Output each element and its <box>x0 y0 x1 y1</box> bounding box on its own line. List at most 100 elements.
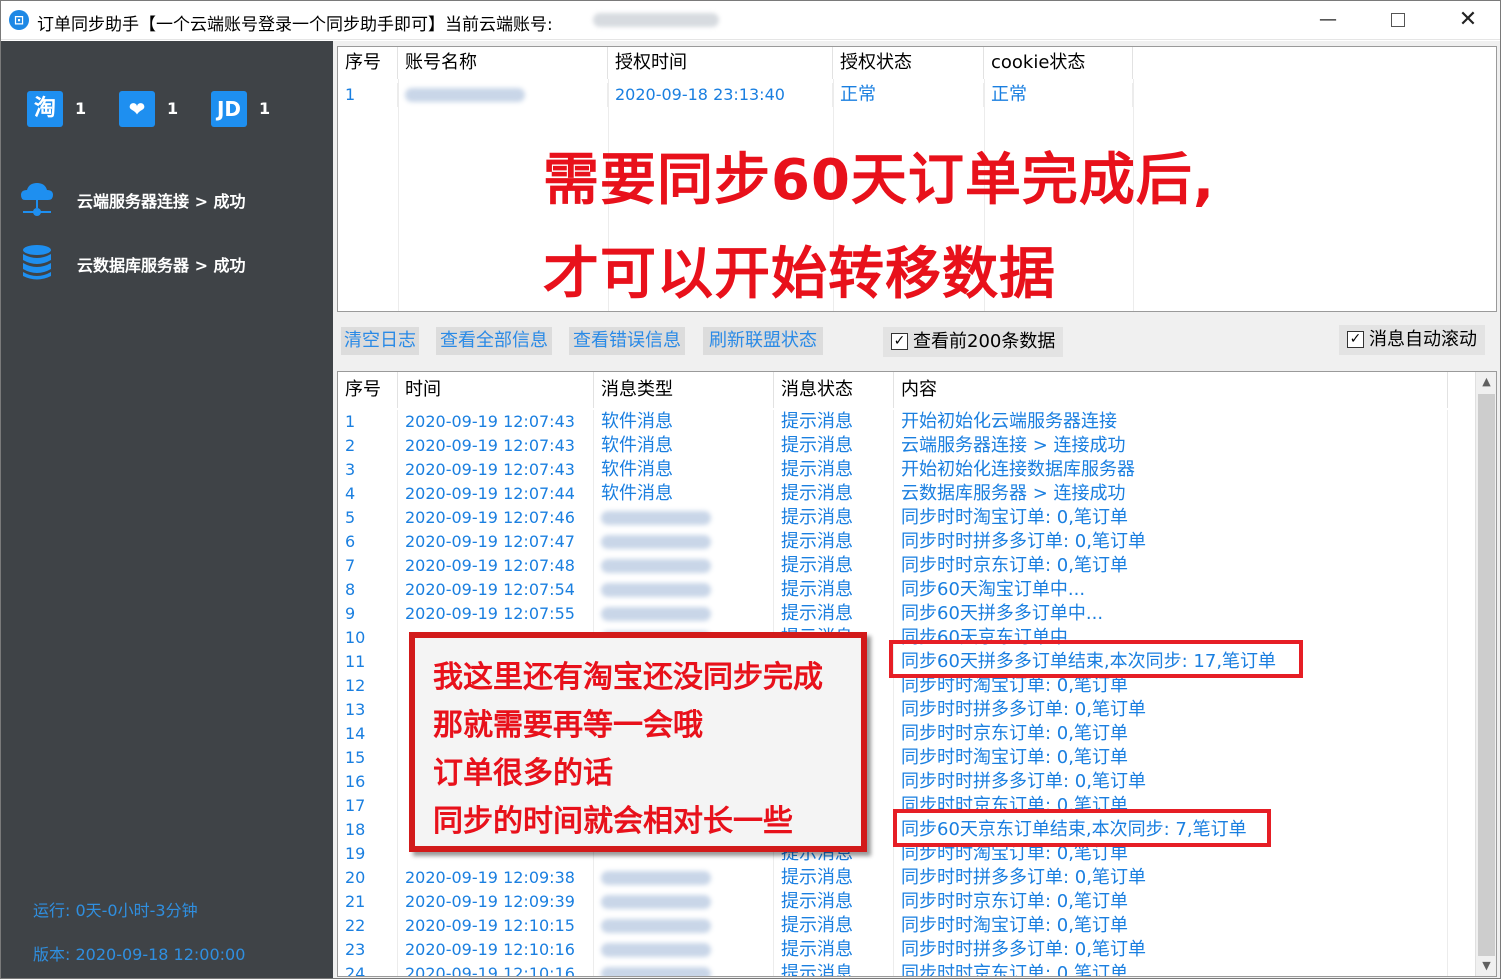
cell-log-content: 同步时时淘宝订单: 0,笔订单 <box>894 506 1448 530</box>
accounts-grid[interactable]: 序号 账号名称 授权时间 授权状态 cookie状态 1 2020-09-18 … <box>337 46 1497 312</box>
cell-log-index: 12 <box>338 674 398 698</box>
table-row[interactable]: 22 2020-09-19 12:10:15 提示消息 同步时时淘宝订单: 0,笔订单 <box>338 914 1448 938</box>
cell-log-content: 同步时时拼多多订单: 0,笔订单 <box>894 698 1448 722</box>
cell-log-index: 9 <box>338 602 398 626</box>
cell-log-index: 22 <box>338 914 398 938</box>
cell-log-type <box>594 890 774 914</box>
annotation-line-1: 需要同步60天订单完成后, <box>543 148 1216 213</box>
maximize-button[interactable] <box>1363 1 1433 39</box>
auto-scroll-label: 消息自动滚动 <box>1369 329 1477 350</box>
jd-icon: JD <box>211 91 247 127</box>
col-auth-time[interactable]: 授权时间 <box>608 47 833 79</box>
cell-log-content: 开始初始化连接数据库服务器 <box>894 458 1448 482</box>
runtime-text: 运行: 0天-0小时-3分钟 <box>33 901 198 920</box>
pinduoduo-icon: ❤ <box>119 91 155 127</box>
cell-log-index: 23 <box>338 938 398 962</box>
col-cookie-status[interactable]: cookie状态 <box>984 47 1133 79</box>
jd-count: 1 <box>259 99 271 118</box>
title-bar: ⊡ 订单同步助手【一个云端账号登录一个同步助手即可】当前云端账号: — ✕ <box>1 1 1500 40</box>
cell-log-status: 提示消息 <box>774 962 894 976</box>
table-row[interactable]: 8 2020-09-19 12:07:54 提示消息 同步60天淘宝订单中... <box>338 578 1448 602</box>
cell-log-time: 2020-09-19 12:07:44 <box>398 482 594 506</box>
cell-log-type <box>594 962 774 976</box>
cell-log-type <box>594 530 774 554</box>
table-row[interactable]: 1 2020-09-19 12:07:43 软件消息 提示消息 开始初始化云端服务器连接 <box>338 410 1448 434</box>
cell-log-content: 同步时时拼多多订单: 0,笔订单 <box>894 866 1448 890</box>
cell-log-content: 同步60天拼多多订单中... <box>894 602 1448 626</box>
cell-log-type <box>594 602 774 626</box>
cell-log-status: 提示消息 <box>774 554 894 578</box>
log-scrollbar[interactable]: ▲ ▼ <box>1475 372 1496 976</box>
cell-log-status: 提示消息 <box>774 938 894 962</box>
cell-log-index: 18 <box>338 818 398 842</box>
cell-log-status: 提示消息 <box>774 458 894 482</box>
cell-index: 1 <box>338 83 398 107</box>
auto-scroll-checkbox[interactable]: ✓ 消息自动滚动 <box>1339 325 1485 355</box>
table-row[interactable]: 21 2020-09-19 12:09:39 提示消息 同步时时京东订单: 0,笔订单 <box>338 890 1448 914</box>
col-auth-status[interactable]: 授权状态 <box>833 47 984 79</box>
col-account-name[interactable]: 账号名称 <box>398 47 608 79</box>
sidebar: 淘 1 ❤ 1 JD 1 云端服务器连接 > 成功 云数据库服务器 > 成功 运… <box>1 41 333 978</box>
cell-log-time: 2020-09-19 12:10:15 <box>398 914 594 938</box>
highlight-pdd-finished <box>889 640 1303 678</box>
table-row[interactable]: 24 2020-09-19 12:10:16 提示消息 同步时时京东订单: 0,笔订单 <box>338 962 1448 976</box>
redacted-account <box>601 559 711 573</box>
table-row[interactable]: 7 2020-09-19 12:07:48 提示消息 同步时时京东订单: 0,笔订单 <box>338 554 1448 578</box>
cell-log-status: 提示消息 <box>774 890 894 914</box>
cell-log-index: 16 <box>338 770 398 794</box>
redacted-account <box>601 967 711 976</box>
view-200-checkbox[interactable]: ✓ 查看前200条数据 <box>883 327 1064 357</box>
redacted-account <box>601 607 711 621</box>
scroll-thumb[interactable] <box>1478 394 1495 956</box>
col-log-time[interactable]: 时间 <box>398 372 594 408</box>
cell-log-content: 同步时时拼多多订单: 0,笔订单 <box>894 770 1448 794</box>
cell-log-index: 15 <box>338 746 398 770</box>
table-row[interactable]: 5 2020-09-19 12:07:46 提示消息 同步时时淘宝订单: 0,笔订单 <box>338 506 1448 530</box>
cell-log-index: 21 <box>338 890 398 914</box>
close-button[interactable]: ✕ <box>1433 1 1500 39</box>
cell-log-index: 24 <box>338 962 398 976</box>
cell-log-time: 2020-09-19 12:07:43 <box>398 410 594 434</box>
redacted-account <box>601 919 711 933</box>
annotation-line-2: 才可以开始转移数据 <box>543 242 1056 307</box>
refresh-alliance-button[interactable]: 刷新联盟状态 <box>703 327 823 355</box>
cell-log-time: 2020-09-19 12:09:38 <box>398 866 594 890</box>
redacted-account <box>601 871 711 885</box>
scroll-up-icon[interactable]: ▲ <box>1476 372 1496 392</box>
cell-log-time: 2020-09-19 12:07:46 <box>398 506 594 530</box>
cell-log-time: 2020-09-19 12:07:55 <box>398 602 594 626</box>
cell-log-index: 14 <box>338 722 398 746</box>
col-log-content[interactable]: 内容 <box>894 372 1448 408</box>
table-row[interactable]: 23 2020-09-19 12:10:16 提示消息 同步时时拼多多订单: 0,笔订… <box>338 938 1448 962</box>
cell-log-status: 提示消息 <box>774 578 894 602</box>
view-all-button[interactable]: 查看全部信息 <box>436 327 552 355</box>
cell-log-content: 同步时时淘宝订单: 0,笔订单 <box>894 746 1448 770</box>
table-row[interactable]: 6 2020-09-19 12:07:47 提示消息 同步时时拼多多订单: 0,笔订单 <box>338 530 1448 554</box>
cell-log-content: 同步时时京东订单: 0,笔订单 <box>894 962 1448 976</box>
clear-log-button[interactable]: 清空日志 <box>341 327 419 355</box>
table-row[interactable]: 1 2020-09-18 23:13:40 正常 正常 <box>338 83 1133 107</box>
view-errors-button[interactable]: 查看错误信息 <box>569 327 685 355</box>
table-row[interactable]: 2 2020-09-19 12:07:43 软件消息 提示消息 云端服务器连接 > 连接… <box>338 434 1448 458</box>
col-log-status[interactable]: 消息状态 <box>774 372 894 408</box>
callout-line: 我这里还有淘宝还没同步完成 <box>433 660 823 695</box>
cell-log-index: 13 <box>338 698 398 722</box>
scroll-down-icon[interactable]: ▼ <box>1476 956 1496 976</box>
col-index[interactable]: 序号 <box>338 47 398 79</box>
col-log-type[interactable]: 消息类型 <box>594 372 774 408</box>
table-row[interactable]: 9 2020-09-19 12:07:55 提示消息 同步60天拼多多订单中... <box>338 602 1448 626</box>
maximize-icon <box>1391 13 1405 27</box>
cell-log-content: 同步60天淘宝订单中... <box>894 578 1448 602</box>
cell-log-index: 20 <box>338 866 398 890</box>
cell-log-status: 提示消息 <box>774 410 894 434</box>
cell-log-index: 19 <box>338 842 398 866</box>
minimize-button[interactable]: — <box>1293 1 1363 39</box>
cell-log-content: 同步时时淘宝订单: 0,笔订单 <box>894 914 1448 938</box>
table-row[interactable]: 3 2020-09-19 12:07:43 软件消息 提示消息 开始初始化连接数据库服务… <box>338 458 1448 482</box>
cell-log-time: 2020-09-19 12:07:47 <box>398 530 594 554</box>
col-log-index[interactable]: 序号 <box>338 372 398 408</box>
table-row[interactable]: 20 2020-09-19 12:09:38 提示消息 同步时时拼多多订单: 0,笔订… <box>338 866 1448 890</box>
checkbox-checked-icon: ✓ <box>1347 331 1364 348</box>
table-row[interactable]: 4 2020-09-19 12:07:44 软件消息 提示消息 云数据库服务器 > 连接… <box>338 482 1448 506</box>
cloud-account-redacted <box>593 13 719 27</box>
